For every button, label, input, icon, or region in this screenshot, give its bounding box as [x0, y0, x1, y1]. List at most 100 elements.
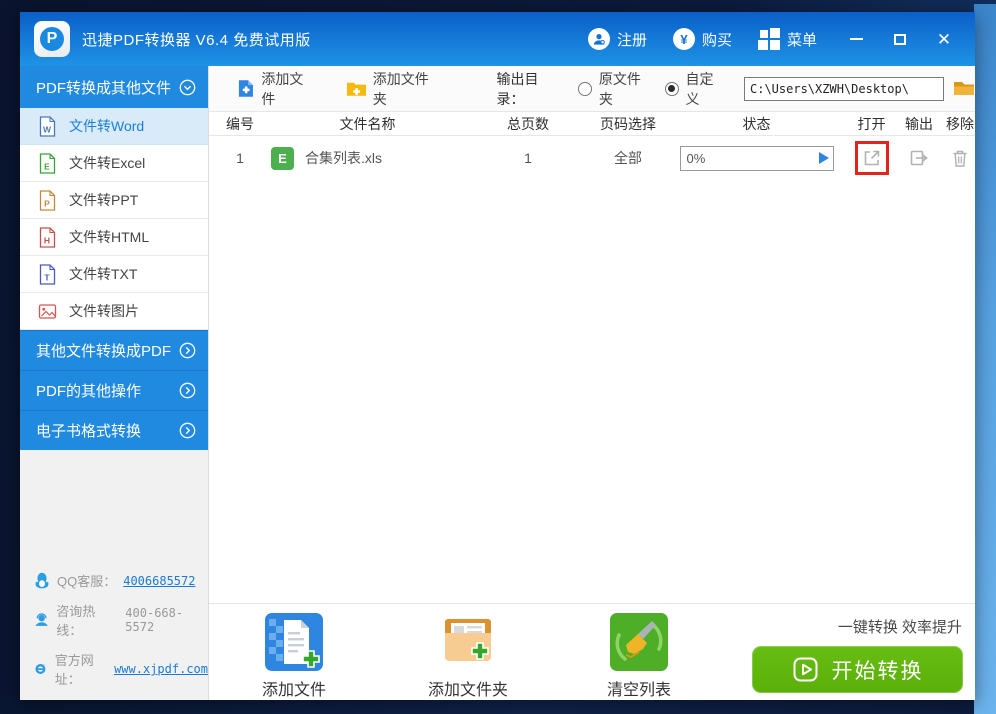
status-cell: 0% [664, 146, 849, 171]
trash-icon[interactable] [949, 147, 971, 169]
chevron-right-circle-icon [179, 422, 196, 439]
col-index: 编号 [209, 114, 271, 134]
add-file-big-button[interactable]: 添加文件 [262, 613, 326, 700]
radio-custom-label: 自定义 [686, 69, 727, 109]
folder-icon [953, 80, 975, 97]
contact-info: QQ客服： 4006685572 咨询热线： 400-668-5572 官方网址… [34, 560, 208, 688]
minimize-icon [850, 38, 863, 40]
sidebar-item-label: 文件转HTML [69, 227, 149, 247]
sidebar-section-label: PDF的其他操作 [36, 380, 141, 401]
svg-text:P: P [44, 198, 50, 208]
add-file-big-label: 添加文件 [262, 676, 326, 700]
clear-list-broom-icon [610, 613, 668, 671]
maximize-icon [894, 34, 906, 45]
ppt-file-icon: P [38, 190, 57, 211]
col-total-pages: 总页数 [464, 114, 592, 134]
add-folder-button[interactable]: 添加文件夹 [346, 69, 441, 109]
minimize-button[interactable] [843, 24, 869, 54]
hotline-row: 咨询热线： 400-668-5572 [34, 601, 208, 639]
menu-label: 菜单 [787, 29, 817, 50]
col-output: 输出 [894, 114, 944, 134]
bottom-bar: 添加文件 添加文件夹 [209, 603, 975, 700]
row-page-range[interactable]: 全部 [592, 148, 664, 168]
sidebar-section-pdf-to-other[interactable]: PDF转换成其他文件 [20, 66, 208, 108]
qq-support-row: QQ客服： 4006685572 [34, 571, 208, 590]
add-folder-big-button[interactable]: 添加文件夹 [428, 613, 508, 700]
open-cell [849, 141, 894, 175]
titlebar: P 迅捷PDF转换器 V6.4 免费试用版 注册 ¥ 购买 菜单 [20, 12, 975, 66]
desktop: P 迅捷PDF转换器 V6.4 免费试用版 注册 ¥ 购买 菜单 [0, 0, 996, 714]
sidebar-item-label: 文件转TXT [69, 264, 137, 284]
table-row: 1 E 合集列表.xls 1 全部 0% [209, 136, 975, 180]
buy-button[interactable]: ¥ 购买 [673, 28, 732, 50]
main-panel: 添加文件 添加文件夹 输出目录： 原文件夹 自定义 [208, 66, 975, 700]
menu-grid-icon [758, 28, 780, 50]
radio-unselected-icon [578, 82, 592, 96]
row-index: 1 [209, 150, 271, 166]
qq-number-link[interactable]: 4006685572 [123, 574, 195, 588]
sidebar-item-to-excel[interactable]: E 文件转Excel [20, 145, 208, 182]
desktop-wallpaper-strip [974, 4, 996, 714]
file-table-header: 编号 文件名称 总页数 页码选择 状态 打开 输出 移除 [209, 112, 975, 136]
radio-selected-icon [665, 82, 679, 96]
file-name: 合集列表.xls [305, 148, 382, 168]
close-button[interactable]: ✕ [931, 24, 957, 54]
titlebar-actions: 注册 ¥ 购买 菜单 ✕ [588, 24, 975, 54]
sidebar-item-to-html[interactable]: H 文件转HTML [20, 219, 208, 256]
add-file-label: 添加文件 [261, 69, 315, 109]
qq-icon [34, 572, 50, 589]
word-file-icon: W [38, 116, 57, 137]
file-name-cell: E 合集列表.xls [271, 147, 464, 170]
register-button[interactable]: 注册 [588, 28, 647, 50]
html-file-icon: H [38, 227, 57, 248]
excel-file-icon: E [38, 153, 57, 174]
col-remove: 移除 [944, 114, 976, 134]
sidebar-item-to-ppt[interactable]: P 文件转PPT [20, 182, 208, 219]
add-folder-big-label: 添加文件夹 [428, 676, 508, 700]
output-arrow-icon[interactable] [908, 147, 930, 169]
website-label: 官方网址： [55, 650, 107, 688]
sidebar-item-to-txt[interactable]: T 文件转TXT [20, 256, 208, 293]
sidebar-section-other-to-pdf[interactable]: 其他文件转换成PDF [20, 330, 208, 370]
sidebar-section-ebook-convert[interactable]: 电子书格式转换 [20, 410, 208, 450]
hotline-label: 咨询热线： [56, 601, 118, 639]
menu-button[interactable]: 菜单 [758, 28, 817, 50]
sidebar-item-to-image[interactable]: 文件转图片 [20, 293, 208, 330]
red-annotation-box [855, 141, 889, 175]
svg-text:W: W [43, 124, 52, 134]
website-row: 官方网址： www.xjpdf.com [34, 650, 208, 688]
add-folder-icon [346, 80, 366, 97]
toolbar: 添加文件 添加文件夹 输出目录： 原文件夹 自定义 [209, 66, 975, 112]
browse-folder-button[interactable] [953, 80, 975, 97]
desktop-wallpaper-bottom [0, 700, 974, 714]
headset-icon [34, 612, 49, 628]
radio-original-folder[interactable]: 原文件夹 [578, 69, 653, 109]
app-logo-icon: P [34, 21, 70, 57]
close-icon: ✕ [937, 31, 951, 48]
chevron-right-circle-icon [179, 342, 196, 359]
col-status: 状态 [664, 114, 849, 134]
clear-list-button[interactable]: 清空列表 [607, 613, 671, 700]
radio-original-label: 原文件夹 [599, 69, 653, 109]
sidebar-section-pdf-other-ops[interactable]: PDF的其他操作 [20, 370, 208, 410]
col-page-select: 页码选择 [592, 114, 664, 134]
output-dir-label: 输出目录： [496, 69, 564, 109]
buy-label: 购买 [702, 29, 732, 50]
chevron-right-circle-icon [179, 382, 196, 399]
register-label: 注册 [617, 29, 647, 50]
progress-bar[interactable]: 0% [680, 146, 834, 171]
add-file-button[interactable]: 添加文件 [237, 69, 316, 109]
user-icon [588, 28, 610, 50]
add-folder-big-icon [439, 613, 497, 671]
website-link[interactable]: www.xjpdf.com [114, 662, 208, 676]
clear-list-label: 清空列表 [607, 676, 671, 700]
start-convert-button[interactable]: 开始转换 [752, 646, 963, 693]
app-window: P 迅捷PDF转换器 V6.4 免费试用版 注册 ¥ 购买 菜单 [20, 12, 975, 700]
sidebar-item-to-word[interactable]: W 文件转Word [20, 108, 208, 145]
chevron-down-circle-icon [179, 79, 196, 96]
output-path-input[interactable] [744, 77, 944, 101]
window-title: 迅捷PDF转换器 V6.4 免费试用版 [82, 29, 311, 50]
radio-custom-folder[interactable]: 自定义 [665, 69, 726, 109]
open-external-icon[interactable] [861, 147, 883, 169]
maximize-button[interactable] [887, 24, 913, 54]
